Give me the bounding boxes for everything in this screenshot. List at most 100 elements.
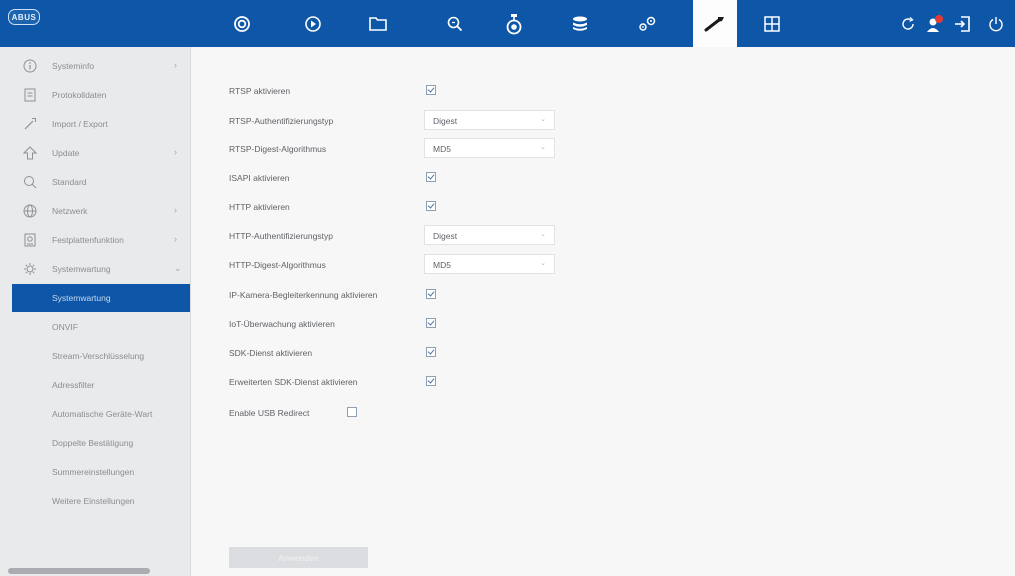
network-icon [22, 202, 38, 220]
setting-checkbox[interactable] [426, 376, 436, 386]
sidebar-item-update[interactable]: Update › [0, 139, 190, 168]
sidebar-item-label: Standard [52, 177, 87, 187]
setting-label: HTTP-Digest-Algorithmus [229, 260, 326, 270]
sidebar-subitem[interactable]: ONVIF [0, 313, 190, 341]
folder-icon[interactable] [358, 0, 398, 47]
sidebar-item-label: Systeminfo [52, 61, 95, 71]
sidebar-subitem[interactable]: Weitere Einstellungen [0, 487, 190, 515]
setting-dropdown[interactable]: MD5 ⌄ [424, 254, 555, 274]
setting-row: IP-Kamera-Begleiterkennung aktivieren [229, 284, 569, 306]
setting-row: RTSP aktivieren [229, 80, 569, 102]
setting-row: RTSP-Authentifizierungstyp Digest ⌄ [229, 110, 569, 132]
chevron-right-icon: › [174, 205, 177, 215]
chevron-down-icon: ⌄ [540, 260, 546, 267]
dropdown-value: MD5 [433, 260, 451, 270]
maintenance-icon [22, 260, 38, 278]
setting-row: SDK-Dienst aktivieren [229, 342, 569, 364]
power-icon[interactable] [983, 0, 1009, 47]
setting-row: IoT-Überwachung aktivieren [229, 313, 569, 335]
setting-row: RTSP-Digest-Algorithmus MD5 ⌄ [229, 138, 569, 160]
sidebar-subitem-label: Stream-Verschlüsselung [52, 351, 145, 361]
setting-label: IoT-Überwachung aktivieren [229, 319, 335, 329]
top-navigation-bar: ABUS [0, 0, 1015, 47]
sidebar-subitem-label: Summereinstellungen [52, 467, 135, 477]
setting-checkbox[interactable] [426, 172, 436, 182]
apply-button[interactable]: Anwenden [229, 547, 368, 568]
setting-row: HTTP aktivieren [229, 196, 569, 218]
update-icon [22, 144, 38, 162]
live-view-icon[interactable] [222, 0, 262, 47]
sidebar-item-netzwerk[interactable]: Netzwerk › [0, 197, 190, 226]
setting-label: RTSP-Digest-Algorithmus [229, 144, 327, 154]
setting-row: HTTP-Authentifizierungstyp Digest ⌄ [229, 225, 569, 247]
settings-icon[interactable] [627, 0, 667, 47]
playback-icon[interactable] [293, 0, 333, 47]
sidebar-subitem-label: Weitere Einstellungen [52, 496, 135, 506]
sidebar-item-protokolldaten[interactable]: Protokolldaten [0, 81, 190, 110]
sidebar-item-label: Netzwerk [52, 206, 88, 216]
sidebar-scrollbar[interactable] [8, 568, 150, 574]
chevron-down-icon: ⌄ [540, 116, 546, 123]
setting-row: HTTP-Digest-Algorithmus MD5 ⌄ [229, 254, 569, 276]
chevron-right-icon: › [174, 60, 177, 70]
camera-icon[interactable] [494, 0, 534, 47]
refresh-icon[interactable] [895, 0, 921, 47]
tools-icon[interactable] [693, 0, 737, 47]
setting-checkbox[interactable] [426, 347, 436, 357]
chevron-down-icon: ⌄ [540, 144, 546, 151]
sidebar-subitem[interactable]: Summereinstellungen [0, 458, 190, 486]
sidebar-item-systemwartung[interactable]: Systemwartung ⌄ [0, 255, 190, 284]
sidebar-item-festplattenfunktion[interactable]: Festplattenfunktion › [0, 226, 190, 255]
setting-label: Enable USB Redirect [229, 408, 310, 418]
setting-checkbox[interactable] [426, 85, 436, 95]
sidebar-subitem[interactable]: Automatische Geräte-Wart [0, 400, 190, 428]
sidebar: Systeminfo › Protokolldaten Import / Export… [0, 47, 191, 576]
sidebar-subitem-label: ONVIF [52, 322, 78, 332]
sidebar-item-import-export[interactable]: Import / Export [0, 110, 190, 139]
sidebar-item-systeminfo[interactable]: Systeminfo › [0, 52, 190, 81]
setting-label: RTSP-Authentifizierungstyp [229, 116, 334, 126]
chevron-right-icon: › [174, 147, 177, 157]
setting-row: Erweiterten SDK-Dienst aktivieren [229, 371, 569, 393]
sidebar-subitem[interactable]: Doppelte Bestätigung [0, 429, 190, 457]
chevron-right-icon: › [174, 234, 177, 244]
dropdown-value: MD5 [433, 144, 451, 154]
sidebar-item-label: Festplattenfunktion [52, 235, 124, 245]
dropdown-value: Digest [433, 116, 458, 126]
chevron-down-icon: ⌄ [540, 231, 546, 238]
import-export-icon [22, 115, 38, 133]
dropdown-value: Digest [433, 231, 458, 241]
setting-label: ISAPI aktivieren [229, 173, 290, 183]
setting-label: RTSP aktivieren [229, 86, 291, 96]
sidebar-subitem[interactable]: Stream-Verschlüsselung [0, 342, 190, 370]
setting-dropdown[interactable]: Digest ⌄ [424, 225, 555, 245]
setting-checkbox[interactable] [426, 318, 436, 328]
storage-icon[interactable] [560, 0, 600, 47]
setting-dropdown[interactable]: MD5 ⌄ [424, 138, 555, 158]
setting-label: Erweiterten SDK-Dienst aktivieren [229, 377, 358, 387]
chevron-down-icon: ⌄ [174, 263, 182, 273]
sidebar-subitem-label: Systemwartung [52, 293, 111, 303]
sidebar-item-label: Update [52, 148, 80, 158]
setting-dropdown[interactable]: Digest ⌄ [424, 110, 555, 130]
logout-icon[interactable] [949, 0, 975, 47]
setting-checkbox[interactable] [347, 407, 357, 417]
log-icon [22, 86, 38, 104]
sidebar-item-label: Systemwartung [52, 264, 111, 274]
setting-checkbox[interactable] [426, 201, 436, 211]
sidebar-subitem[interactable]: Adressfilter [0, 371, 190, 399]
setting-label: HTTP aktivieren [229, 202, 290, 212]
setting-checkbox[interactable] [426, 289, 436, 299]
default-icon [22, 173, 38, 191]
user-alert-icon[interactable] [922, 0, 948, 47]
sidebar-subitem[interactable]: Systemwartung [12, 284, 190, 312]
search-icon[interactable] [435, 0, 475, 47]
sidebar-subitem-label: Adressfilter [52, 380, 95, 390]
sidebar-item-label: Protokolldaten [52, 90, 107, 100]
grid-icon[interactable] [752, 0, 792, 47]
setting-label: SDK-Dienst aktivieren [229, 348, 313, 358]
sidebar-item-label: Import / Export [52, 119, 108, 129]
abus-logo: ABUS [8, 9, 40, 25]
sidebar-item-standard[interactable]: Standard [0, 168, 190, 197]
sidebar-subitem-label: Automatische Geräte-Wart [52, 409, 153, 419]
